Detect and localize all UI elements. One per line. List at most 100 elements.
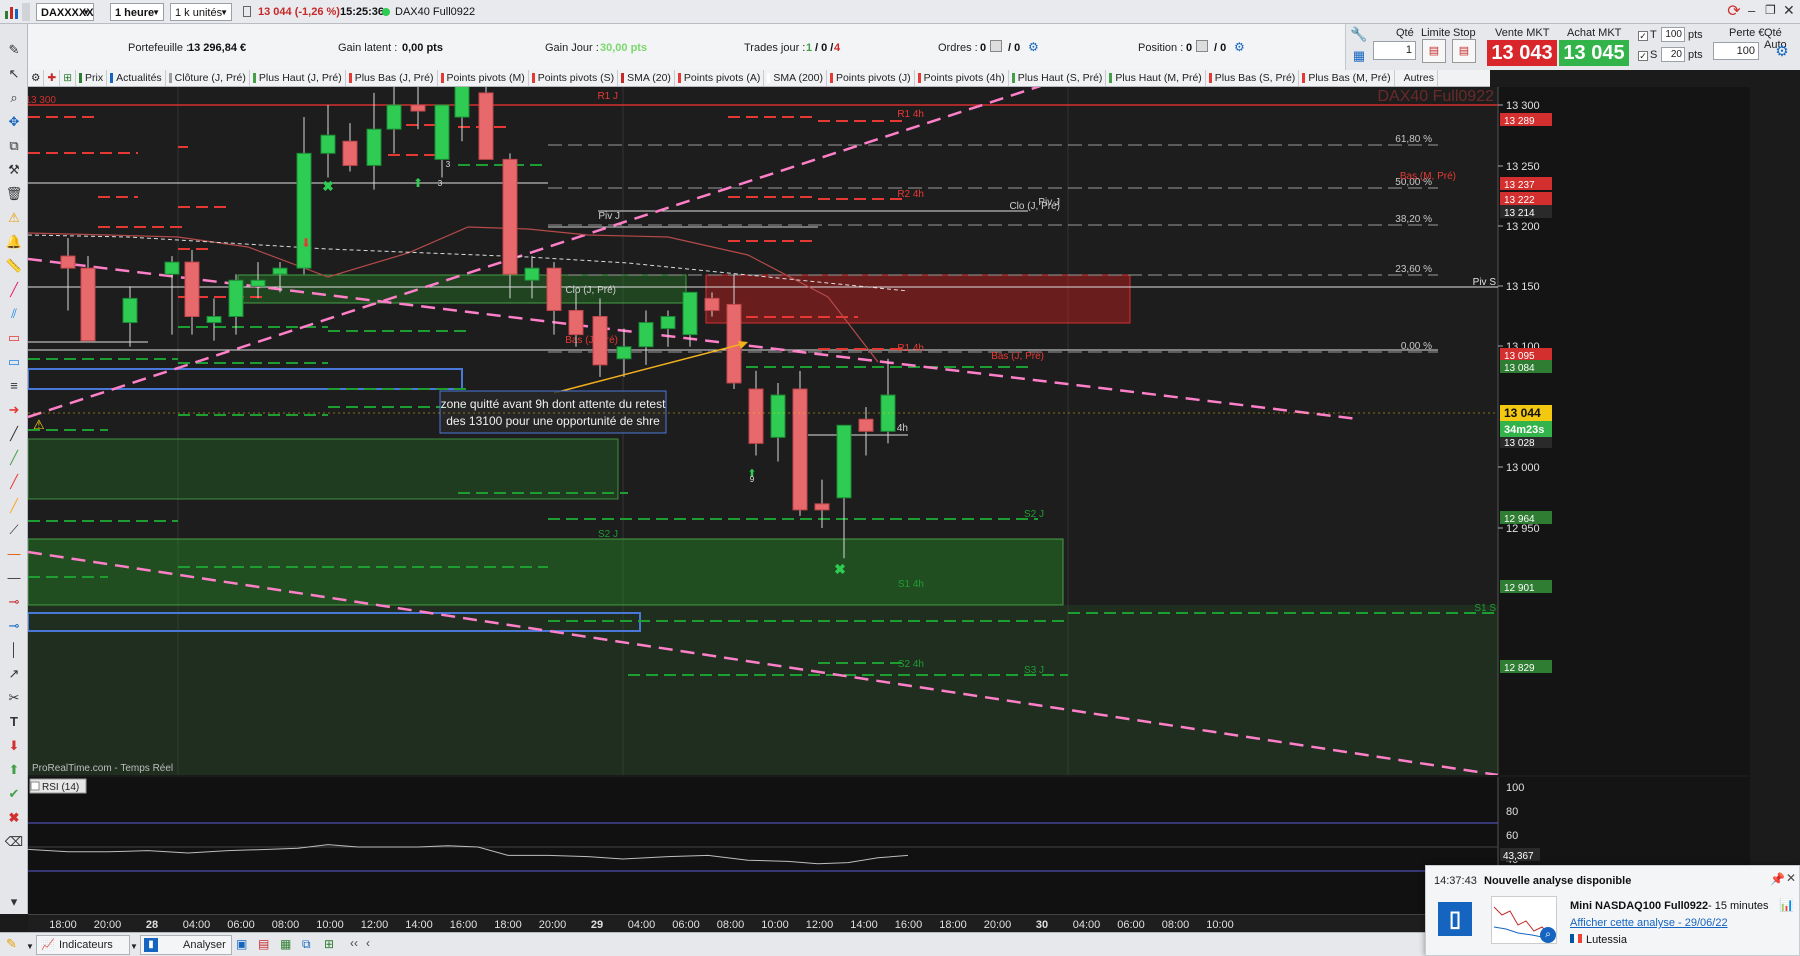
strip-config-icon[interactable]: ⚙ <box>28 70 45 86</box>
close-icon[interactable]: ✕ <box>1786 871 1796 885</box>
indicator-tab[interactable]: Plus Haut (S, Pré) <box>1009 70 1107 86</box>
tools-icon[interactable]: ✂ <box>4 688 24 708</box>
indicator-tab[interactable]: SMA (200) <box>764 70 827 86</box>
indicator-tab[interactable]: Autres <box>1395 70 1438 86</box>
stop-order-button[interactable]: ▤ <box>1452 39 1476 63</box>
strip-add-icon[interactable]: ✚ <box>44 70 61 86</box>
orders-settings-icon[interactable]: ⚙ <box>1028 40 1039 54</box>
loss-input[interactable]: 100 <box>1713 42 1759 60</box>
layout-icon[interactable]: ⊞ <box>324 937 340 953</box>
indicator-tab[interactable]: Clôture (J, Pré) <box>166 70 250 86</box>
indicator-tab[interactable]: Plus Haut (M, Pré) <box>1106 70 1206 86</box>
chevron-down-icon[interactable]: ▼ <box>26 942 34 951</box>
indicator-tab[interactable]: Points pivots (A) <box>675 70 765 86</box>
indicator-tab[interactable]: Points pivots (M) <box>438 70 529 86</box>
move-icon[interactable]: ✥ <box>4 112 24 132</box>
wrench-icon[interactable]: 🔧 <box>1349 26 1369 46</box>
line-yellow-icon[interactable]: ╱ <box>4 496 24 516</box>
minimize-icon[interactable]: – <box>1748 3 1755 18</box>
indicator-tab[interactable]: Plus Bas (M, Pré) <box>1299 70 1395 86</box>
cursor-icon[interactable]: ↖ <box>4 64 24 84</box>
arrow-down-icon[interactable]: ⬇ <box>4 736 24 756</box>
screen-icon[interactable]: ▣ <box>236 937 252 953</box>
rectangle-blue-icon[interactable]: ▭ <box>4 352 24 372</box>
eraser-icon[interactable]: ⌫ <box>4 832 24 852</box>
zoom-icon[interactable]: ⌕ <box>4 88 24 108</box>
ruler-icon[interactable]: 📏 <box>4 256 24 276</box>
fibonacci-icon[interactable]: ≡ <box>4 376 24 396</box>
indicator-tab[interactable]: Points pivots (J) <box>827 70 915 86</box>
brush-icon[interactable]: ⚒ <box>4 160 24 180</box>
stop-distance-input[interactable]: 20 <box>1661 47 1685 62</box>
indicator-tab[interactable]: Plus Bas (J, Pré) <box>346 70 438 86</box>
analyze-button[interactable]: ▮ Analyser <box>140 935 232 955</box>
restore-icon[interactable]: ❐ <box>1765 3 1776 17</box>
analysis-thumbnail[interactable]: ⌕ <box>1491 896 1557 944</box>
node-line-icon[interactable]: ⟋ <box>4 520 24 540</box>
channel-icon[interactable]: ⫽ <box>4 304 24 324</box>
horizontal-line-icon[interactable]: — <box>4 544 24 564</box>
qty-input[interactable]: 1 <box>1373 41 1416 60</box>
cross-icon[interactable]: ✖ <box>4 808 24 828</box>
pencil-icon[interactable]: ✎ <box>4 40 24 60</box>
arrow-line-icon[interactable]: ↗ <box>4 664 24 684</box>
pin-icon[interactable]: 📌 <box>1770 872 1785 886</box>
list-icon[interactable]: ▤ <box>258 937 274 953</box>
text-icon[interactable]: T <box>4 712 24 732</box>
indicator-tab[interactable]: Actualités <box>107 70 166 86</box>
line-green-icon[interactable]: ╱ <box>4 448 24 468</box>
target-input[interactable]: 100 <box>1661 27 1685 42</box>
scroll-left-icon[interactable]: ‹ <box>366 936 370 950</box>
line-icon[interactable]: ╱ <box>4 424 24 444</box>
more-tools-icon[interactable]: ▾ <box>4 892 24 912</box>
limit-order-button[interactable]: ▤ <box>1422 39 1446 63</box>
units-select[interactable]: 1 k unités ▼ <box>170 3 232 21</box>
keypad-icon[interactable]: ▦ <box>1351 48 1367 64</box>
buy-market-button[interactable]: 13 045 <box>1559 40 1629 66</box>
line-red-icon[interactable]: ╱ <box>4 472 24 492</box>
trash-icon[interactable]: 🗑 <box>4 184 24 204</box>
notification-link[interactable]: Afficher cette analyse - 29/06/22 <box>1570 917 1728 929</box>
indicator-tab[interactable]: Plus Haut (J, Pré) <box>250 70 346 86</box>
indicator-tab[interactable]: SMA (20) <box>618 70 675 86</box>
copy-icon[interactable]: ⧉ <box>4 136 24 156</box>
bell-icon[interactable]: 🔔 <box>4 232 24 252</box>
vertical-line-icon[interactable]: │ <box>4 640 24 660</box>
rectangle-icon[interactable]: ▭ <box>4 328 24 348</box>
strip-plus-icon[interactable]: ⊞ <box>60 70 77 86</box>
timeframe-select[interactable]: 1 heure ▼ <box>110 3 164 21</box>
calculator-icon[interactable]: ⚙ <box>1772 42 1792 62</box>
instrument-select[interactable]: DAXXXXX ▼ <box>36 3 94 21</box>
details-icon[interactable] <box>243 6 251 17</box>
chevron-down-icon[interactable]: ▼ <box>130 942 138 951</box>
position-settings-icon[interactable]: ⚙ <box>1234 40 1245 54</box>
notification-popup[interactable]: 14:37:43 Nouvelle analyse disponible 📌 ✕… <box>1425 865 1800 956</box>
indicators-button[interactable]: 📈 Indicateurs <box>36 935 130 955</box>
arrow-tool-icon[interactable]: ➜ <box>4 400 24 420</box>
indicator-tab[interactable]: Plus Bas (S, Pré) <box>1206 70 1300 86</box>
stop-checkbox[interactable]: ✓ <box>1638 51 1648 61</box>
scroll-left-fast-icon[interactable]: ‹‹ <box>350 936 358 950</box>
close-icon[interactable]: ✕ <box>1783 2 1795 19</box>
windows-icon[interactable]: ⧉ <box>302 937 318 953</box>
alert-icon[interactable]: ⚠ <box>4 208 24 228</box>
orders-book-icon[interactable] <box>990 40 1002 52</box>
pencil-yellow-icon[interactable]: ✎ <box>6 936 24 954</box>
refresh-icon[interactable]: ⟳ <box>1724 2 1744 22</box>
magnifier-icon[interactable]: ⌕ <box>1540 927 1556 943</box>
target-checkbox[interactable]: ✓ <box>1638 31 1648 41</box>
ray-blue-icon[interactable]: ⊸ <box>4 616 24 636</box>
grid-icon[interactable]: ▦ <box>280 937 296 953</box>
price-chart[interactable]: 61,80 %50,00 %38,20 %23,60 %0,00 %R1 JR1… <box>28 87 1750 775</box>
trendline-icon[interactable]: ╱ <box>4 280 24 300</box>
position-book-icon[interactable] <box>1196 40 1208 52</box>
indicator-tab[interactable]: Prix <box>76 70 108 86</box>
check-icon[interactable]: ✔ <box>4 784 24 804</box>
indicator-tab[interactable]: Points pivots (4h) <box>915 70 1009 86</box>
chart-app-icon[interactable] <box>3 3 21 21</box>
ray-icon[interactable]: ⊸ <box>4 592 24 612</box>
arrow-up-icon[interactable]: ⬆ <box>4 760 24 780</box>
horizontal-line-black-icon[interactable]: — <box>4 568 24 588</box>
sell-market-button[interactable]: 13 043 <box>1487 40 1557 66</box>
indicator-tab[interactable]: Points pivots (S) <box>529 70 619 86</box>
